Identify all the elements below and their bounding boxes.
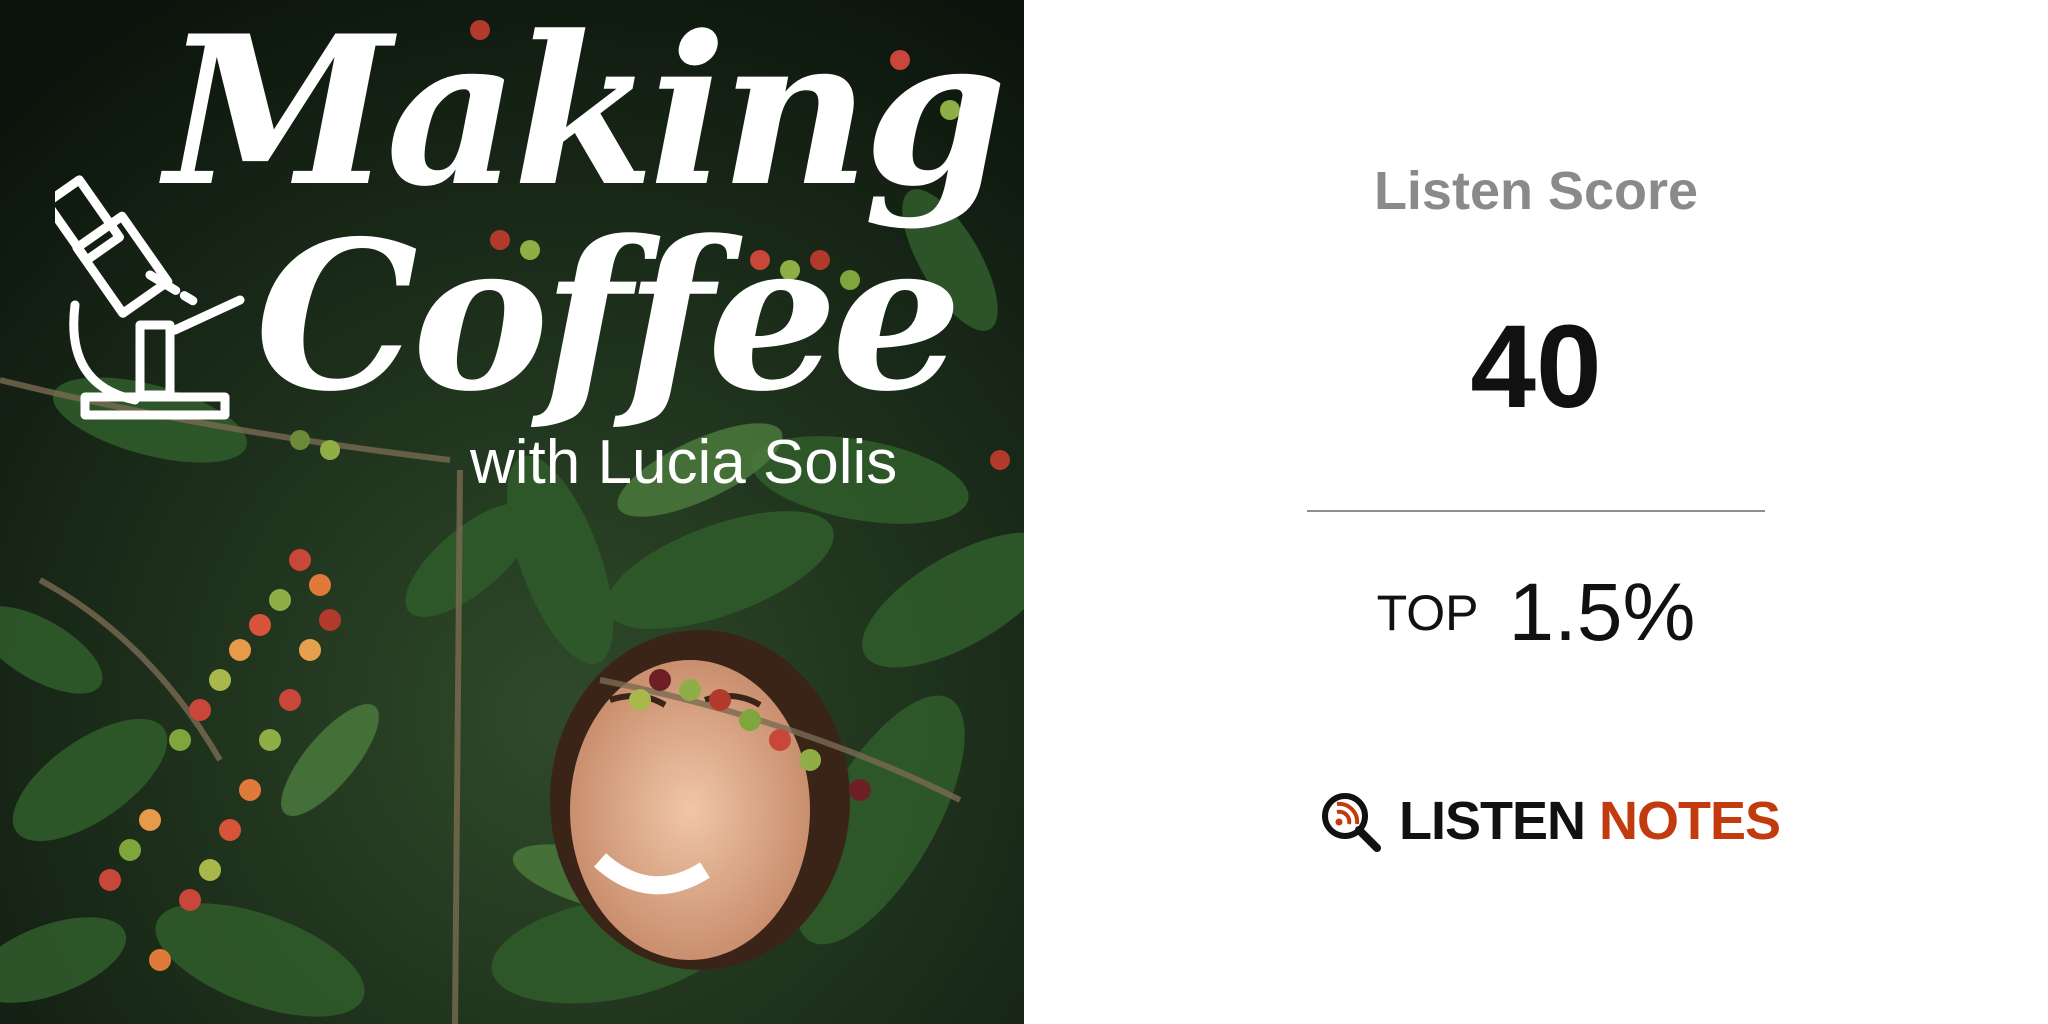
cover-subtitle: with Lucia Solis — [470, 428, 898, 497]
brand-name-part1: LISTEN — [1399, 791, 1586, 851]
cover-title-line2: Coffee — [255, 197, 962, 437]
rank-line: TOP 1.5% — [1024, 572, 2048, 654]
brand-name: LISTEN NOTES — [1399, 791, 1781, 851]
divider — [1307, 510, 1765, 512]
podcast-cover-art: Making Coffee with Lucia Solis — [0, 0, 1024, 1024]
listen-score-panel: Listen Score 40 TOP 1.5% LISTEN NOTES — [1024, 0, 2048, 1024]
score-label: Listen Score — [1373, 161, 1699, 221]
cover-title-block: Making Coffee with Lucia Solis — [0, 0, 1024, 1024]
magnifier-podcast-icon — [1322, 793, 1381, 852]
brand-name-part2: NOTES — [1599, 791, 1781, 851]
rank-value: 1.5% — [1508, 567, 1696, 658]
rank-prefix: TOP — [1376, 585, 1479, 641]
score-value: 40 — [1470, 301, 1602, 433]
cover-title-line1: Making — [165, 0, 1007, 232]
